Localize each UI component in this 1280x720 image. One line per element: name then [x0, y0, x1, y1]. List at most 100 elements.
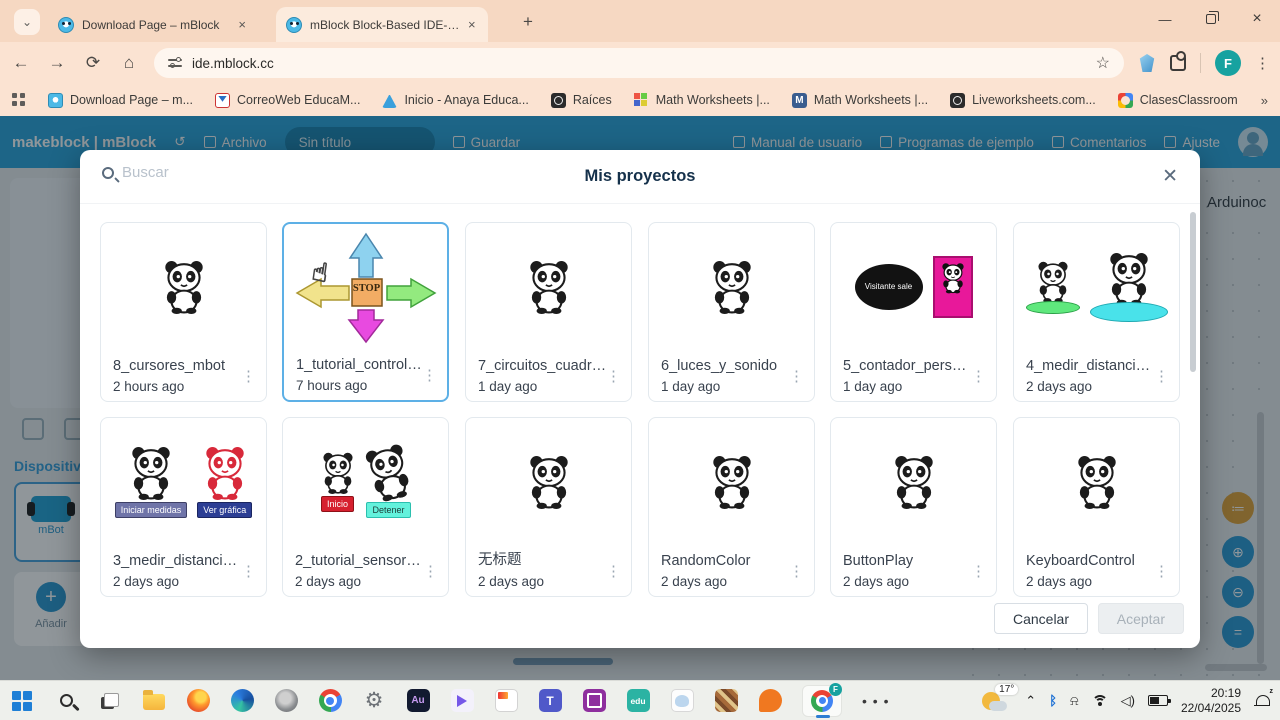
tuxpaint-button[interactable] [670, 689, 694, 713]
extensions-puzzle-icon[interactable] [1170, 51, 1186, 71]
address-bar[interactable]: ide.mblock.cc ☆ [154, 48, 1124, 78]
card-menu-icon[interactable]: ⋮ [423, 562, 438, 580]
profile-avatar[interactable]: F [1215, 50, 1241, 76]
chrome-button[interactable] [318, 689, 342, 713]
bookmark-anaya[interactable]: Inicio - Anaya Educa... [382, 93, 529, 108]
search-icon [59, 694, 73, 707]
bookmark-clasesclassroom[interactable]: ClasesClassroom [1117, 92, 1238, 108]
project-card[interactable]: ButtonPlay 2 days ago ⋮ [830, 417, 997, 597]
mblock-app-button[interactable] [582, 689, 606, 713]
project-time: 2 days ago [113, 574, 180, 589]
site-settings-icon[interactable] [168, 57, 182, 69]
project-card[interactable]: Iniciar medidas Ver gráfica 3_medir_dist… [100, 417, 267, 597]
bookmark-math-worksheets-1[interactable]: Math Worksheets |... [633, 92, 770, 108]
battery-icon[interactable] [1147, 695, 1171, 706]
reload-button[interactable]: ⟳ [82, 53, 104, 73]
forward-button[interactable]: → [46, 53, 68, 73]
task-view-icon [101, 692, 119, 709]
url-text[interactable]: ide.mblock.cc [192, 56, 1086, 71]
gimp-button[interactable] [274, 689, 298, 713]
back-button[interactable]: ← [10, 53, 32, 73]
clock-widget[interactable]: 20:19 22/04/2025 [1181, 686, 1241, 716]
restore-button[interactable] [1188, 10, 1234, 27]
project-card[interactable]: Inicio Detener 2_tutorial_sensor_p... 2 … [282, 417, 449, 597]
card-menu-icon[interactable]: ⋮ [422, 366, 437, 384]
project-thumbnail [470, 231, 627, 343]
browser-menu-icon[interactable]: ⋮ [1255, 54, 1270, 72]
project-card[interactable]: RandomColor 2 days ago ⋮ [648, 417, 815, 597]
project-card[interactable]: 无标题 2 days ago ⋮ [465, 417, 632, 597]
taskbar-search-button[interactable] [54, 689, 78, 713]
mosaic-app-button[interactable] [714, 689, 738, 713]
project-thumbnail [1018, 231, 1175, 343]
project-card[interactable]: 6_luces_y_sonido 1 day ago ⋮ [648, 222, 815, 402]
wordwall-button[interactable] [494, 689, 518, 713]
weather-widget[interactable]: 17° [982, 683, 1019, 714]
extension-feather-icon[interactable] [1139, 54, 1155, 72]
bookmark-star-icon[interactable]: ☆ [1096, 53, 1110, 73]
clipchamp-button[interactable] [450, 689, 474, 713]
tray-expand-icon[interactable]: ⌃ [1025, 693, 1036, 709]
card-menu-icon[interactable]: ⋮ [1154, 562, 1169, 580]
wifi-icon[interactable] [1091, 694, 1108, 707]
microphone-icon[interactable]: ⍾ [1070, 693, 1079, 709]
tab-search-button[interactable]: ⌄ [14, 9, 40, 35]
active-chrome-window-button[interactable]: F [802, 682, 842, 718]
file-explorer-button[interactable] [142, 689, 166, 713]
red-panda-sprite-icon [202, 446, 248, 500]
cancel-button[interactable]: Cancelar [993, 603, 1088, 634]
card-menu-icon[interactable]: ⋮ [241, 562, 256, 580]
project-thumbnail [1018, 426, 1175, 538]
audition-button[interactable]: Au [406, 689, 430, 713]
edge-button[interactable] [230, 689, 254, 713]
project-card[interactable]: 7_circuitos_cuadrado 1 day ago ⋮ [465, 222, 632, 402]
bookmark-correoweb[interactable]: CorreoWeb EducaM... [215, 92, 360, 108]
card-menu-icon[interactable]: ⋮ [606, 562, 621, 580]
card-menu-icon[interactable]: ⋮ [606, 367, 621, 385]
taskbar-overflow-icon[interactable]: • • • [862, 693, 889, 709]
project-card[interactable]: 8_cursores_mbot 2 hours ago ⋮ [100, 222, 267, 402]
close-window-button[interactable]: × [1234, 10, 1280, 28]
tab-mblock-ide[interactable]: mBlock Block-Based IDE- Codin × [276, 7, 488, 42]
notification-bell-icon[interactable]: z [1254, 688, 1273, 709]
project-thumbnail: STOP [288, 232, 443, 344]
start-button[interactable] [10, 689, 34, 713]
project-card[interactable]: Visitante sale 5_contador_person... 1 da… [830, 222, 997, 402]
card-menu-icon[interactable]: ⋮ [789, 367, 804, 385]
task-view-button[interactable] [98, 689, 122, 713]
accept-button[interactable]: Aceptar [1097, 603, 1184, 634]
settings-button[interactable]: ⚙ [362, 689, 386, 713]
browser-toolbar: ← → ⟳ ⌂ ide.mblock.cc ☆ F ⋮ [0, 42, 1280, 84]
card-menu-icon[interactable]: ⋮ [971, 562, 986, 580]
card-menu-icon[interactable]: ⋮ [1154, 367, 1169, 385]
bluetooth-icon[interactable]: ᛒ [1049, 693, 1057, 708]
card-menu-icon[interactable]: ⋮ [789, 562, 804, 580]
project-time: 2 days ago [843, 574, 910, 589]
card-menu-icon[interactable]: ⋮ [241, 367, 256, 385]
edu-app-button[interactable]: edu [626, 689, 650, 713]
project-card[interactable]: 4_medir_distancia_c... 2 days ago ⋮ [1013, 222, 1180, 402]
project-card-selected[interactable]: STOP 1_tutorial_controlar... 7 hours ago… [282, 222, 449, 402]
bookmark-download-page[interactable]: Download Page – m... [48, 92, 193, 108]
bookmarks-overflow-icon[interactable]: » [1261, 93, 1268, 108]
close-dialog-icon[interactable]: ✕ [1162, 165, 1178, 188]
dialog-scrollbar[interactable] [1190, 212, 1196, 372]
tab-download-page[interactable]: Download Page – mBlock × [48, 7, 256, 42]
new-tab-button[interactable]: + [516, 10, 540, 34]
card-menu-icon[interactable]: ⋮ [971, 367, 986, 385]
firefox-button[interactable] [186, 689, 210, 713]
home-button[interactable]: ⌂ [118, 53, 140, 73]
bookmark-math-worksheets-2[interactable]: M Math Worksheets |... [791, 92, 928, 108]
apps-grid-icon[interactable] [12, 93, 26, 107]
project-time: 2 hours ago [113, 379, 185, 394]
orange-bird-app-button[interactable] [758, 689, 782, 713]
audition-icon: Au [406, 689, 430, 712]
project-card[interactable]: KeyboardControl 2 days ago ⋮ [1013, 417, 1180, 597]
minimize-button[interactable]: — [1142, 12, 1188, 27]
bookmark-raices[interactable]: Raíces [550, 92, 612, 108]
volume-icon[interactable]: ◁) [1121, 693, 1135, 709]
bookmark-liveworksheets[interactable]: Liveworksheets.com... [950, 92, 1096, 108]
tab-close-icon[interactable]: × [468, 17, 476, 32]
tab-close-icon[interactable]: × [238, 17, 246, 32]
teams-button[interactable]: T [538, 689, 562, 713]
